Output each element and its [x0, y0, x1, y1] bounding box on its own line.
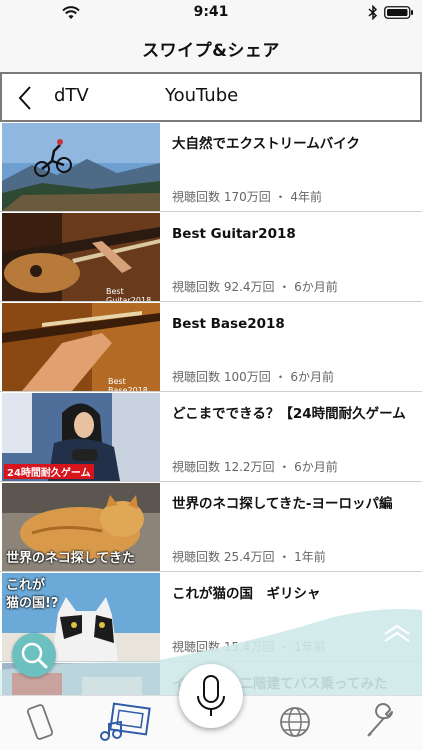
video-thumbnail[interactable]: 24時間耐久ゲーム: [2, 393, 160, 481]
thumb-caption: 24時間耐久ゲーム: [4, 464, 94, 479]
chevron-left-icon[interactable]: [14, 84, 38, 112]
phone-icon[interactable]: [26, 702, 58, 742]
video-meta: 視聴回数 100万回 ・ 6か月前: [172, 370, 334, 384]
video-meta: 視聴回数 15.4万回 ・ 1年前: [172, 640, 326, 654]
video-title: Best Base2018: [172, 316, 285, 332]
nav-bar: スワイプ&シェア: [0, 26, 422, 72]
video-meta: 視聴回数 92.4万回 ・ 6か月前: [172, 280, 338, 294]
thumb-caption: これが 猫の国!?: [6, 577, 58, 613]
list-item[interactable]: これが 猫の国!? これが猫の国 ギリシャ 視聴回数 15.4万回 ・ 1年前: [0, 572, 422, 662]
video-thumbnail[interactable]: Best Base2018: [2, 303, 160, 391]
list-item[interactable]: Best Base2018 Best Base2018 視聴回数 100万回 ・…: [0, 302, 422, 392]
video-meta: 視聴回数 170万回 ・ 4年前: [172, 190, 322, 204]
video-meta: 視聴回数 12.2万回 ・ 6か月前: [172, 460, 338, 474]
wrench-icon[interactable]: [362, 702, 398, 742]
list-item[interactable]: 大自然でエクストリームバイク 視聴回数 170万回 ・ 4年前: [0, 122, 422, 212]
bluetooth-icon: [368, 5, 378, 20]
tab-youtube[interactable]: YouTube: [165, 85, 238, 106]
status-bar: 9:41: [0, 0, 422, 26]
tab-dtv[interactable]: dTV: [54, 85, 89, 106]
thumb-caption: Best Base2018: [108, 377, 148, 391]
list-item[interactable]: Best Guitar2018 Best Guitar2018 視聴回数 92.…: [0, 212, 422, 302]
globe-icon[interactable]: [278, 702, 312, 742]
video-list: 大自然でエクストリームバイク 視聴回数 170万回 ・ 4年前 Best Gui…: [0, 122, 422, 695]
chevron-up-icon[interactable]: [383, 624, 411, 644]
status-time: 9:41: [193, 4, 229, 20]
video-title: これが猫の国 ギリシャ: [172, 586, 321, 602]
search-icon: [21, 642, 48, 669]
video-meta: 視聴回数 25.4万回 ・ 1年前: [172, 550, 326, 564]
thumb-caption-line: これが: [6, 578, 46, 593]
video-title: Best Guitar2018: [172, 226, 296, 242]
video-thumbnail[interactable]: [2, 123, 160, 211]
thumb-caption: 世界のネコ探してきた: [6, 551, 135, 566]
list-item[interactable]: 世界のネコ探してきた 世界のネコ探してきた-ヨーロッパ編 視聴回数 25.4万回…: [0, 482, 422, 572]
video-thumbnail[interactable]: Best Guitar2018: [2, 213, 160, 301]
mic-icon: [197, 675, 225, 716]
video-title: 大自然でエクストリームバイク: [172, 136, 360, 152]
source-tab-bar: dTV YouTube: [0, 72, 422, 122]
list-item[interactable]: 24時間耐久ゲーム どこまでできる？【24時間耐久ゲーム 視聴回数 12.2万回…: [0, 392, 422, 482]
media-icon[interactable]: [96, 702, 154, 744]
page-title: スワイプ&シェア: [142, 41, 280, 61]
video-title: どこまでできる？【24時間耐久ゲーム: [172, 406, 406, 422]
video-title: 世界のネコ探してきた-ヨーロッパ編: [172, 496, 393, 512]
battery-icon: [384, 6, 413, 19]
voice-input-button[interactable]: [179, 664, 243, 728]
video-thumbnail[interactable]: 世界のネコ探してきた: [2, 483, 160, 571]
search-button[interactable]: [12, 633, 56, 677]
thumb-caption: Best Guitar2018: [106, 287, 152, 301]
thumb-caption-line: 猫の国!?: [6, 596, 59, 611]
